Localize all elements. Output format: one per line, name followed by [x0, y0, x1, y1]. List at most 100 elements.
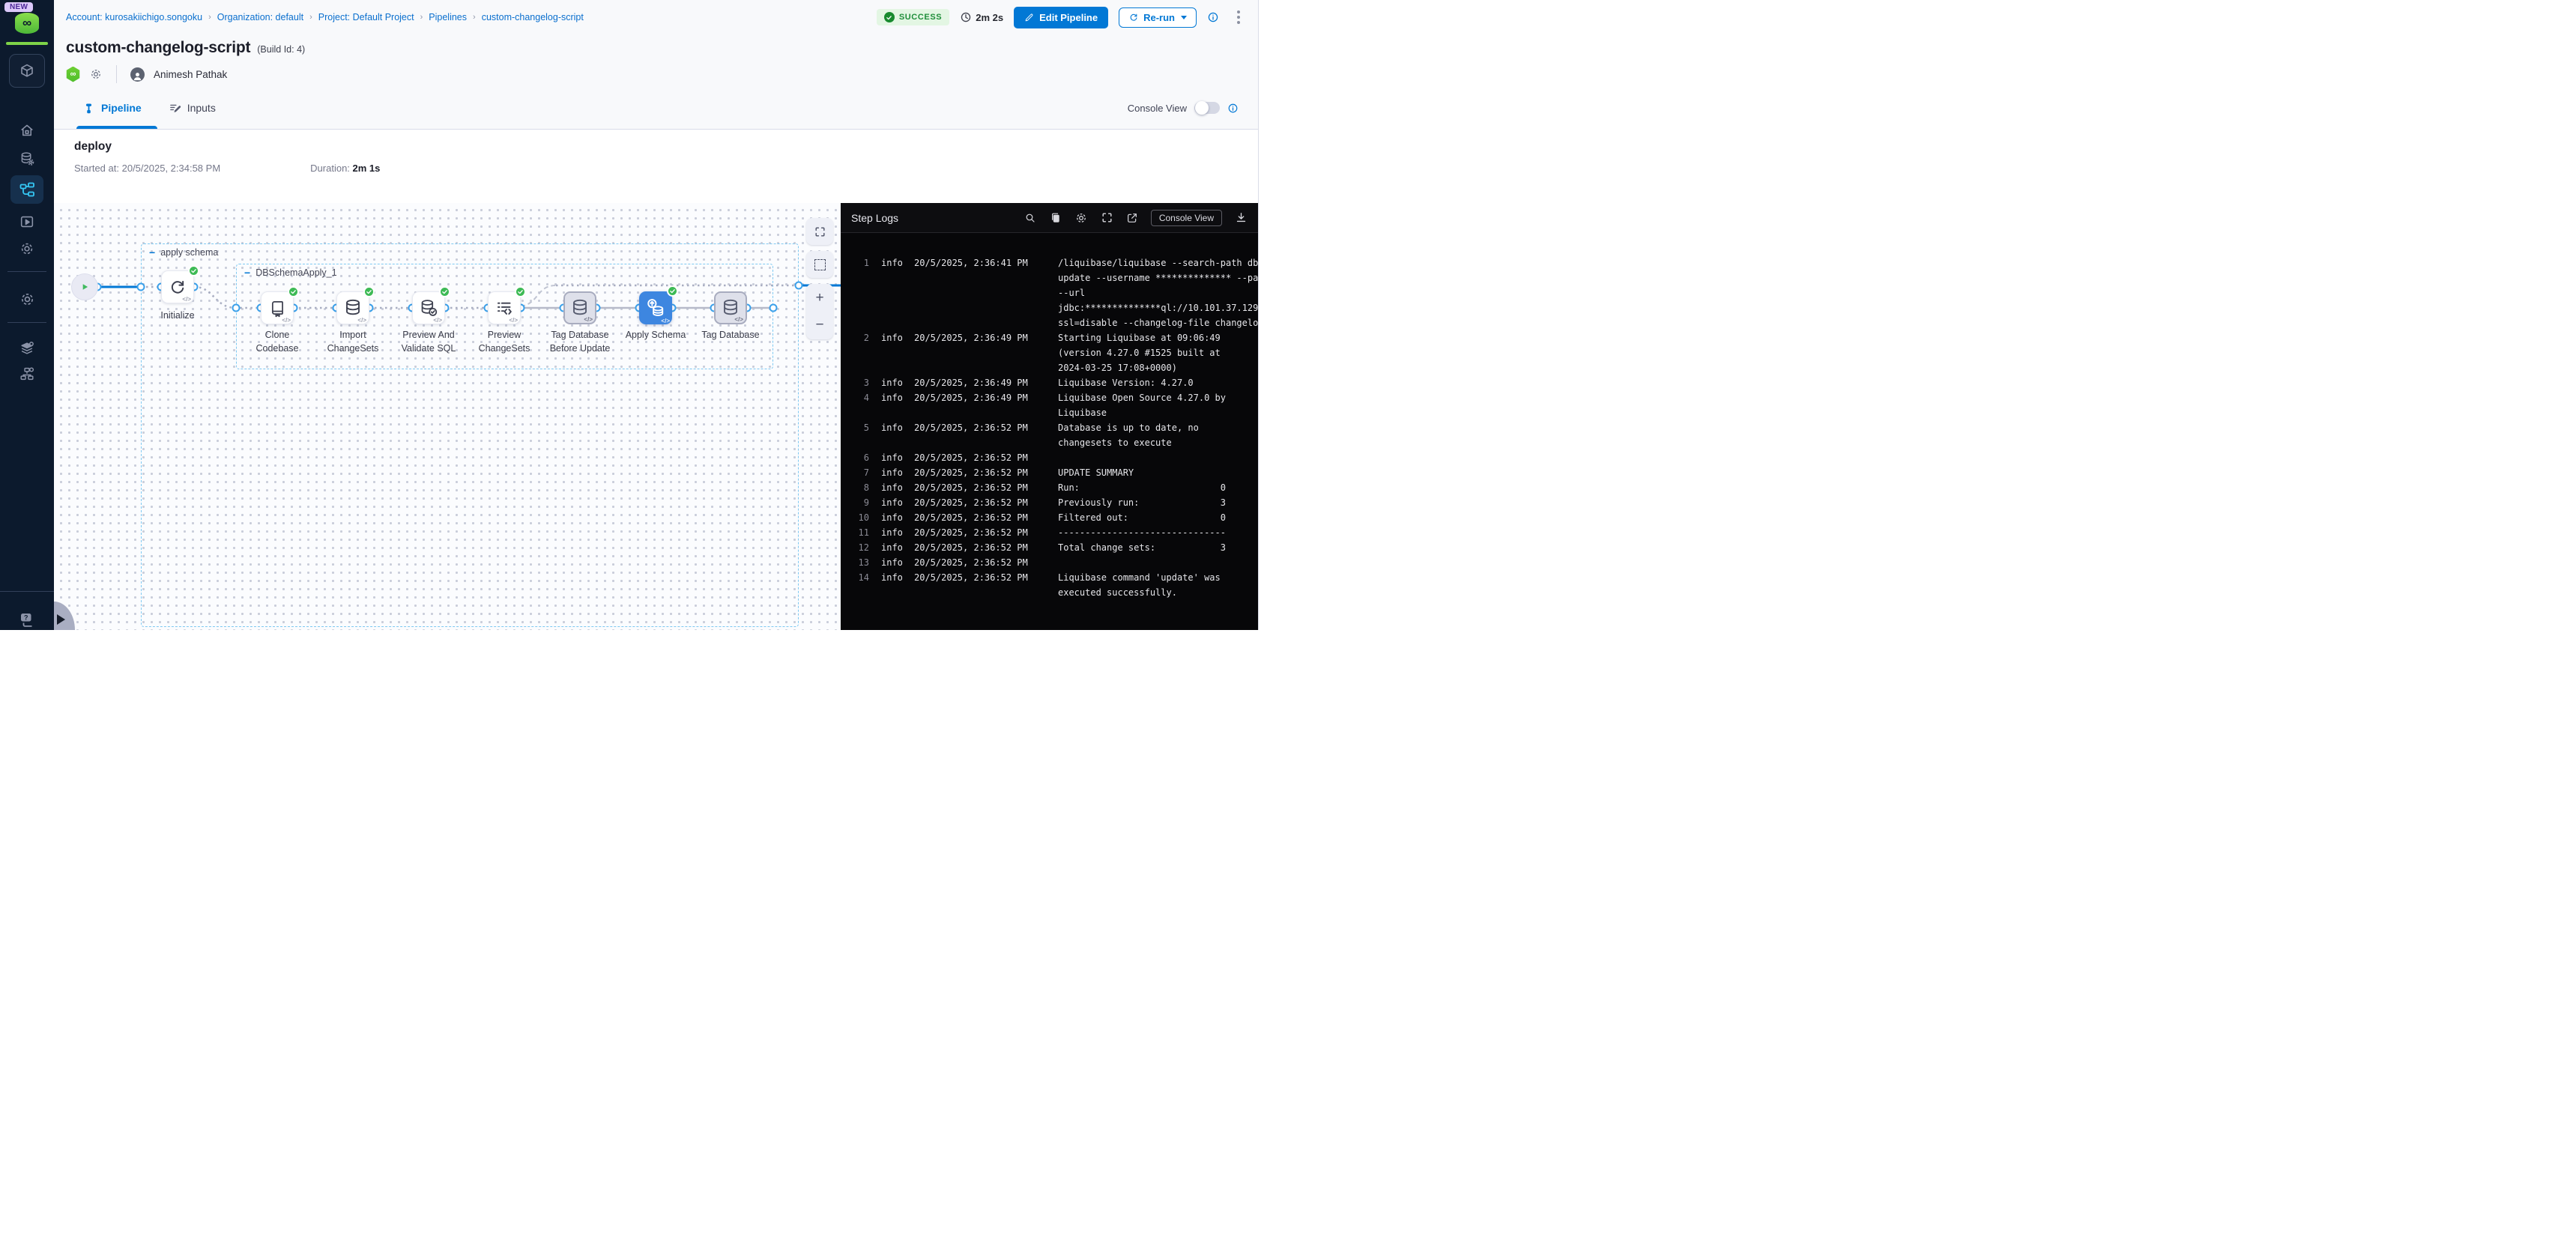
console-view-toggle[interactable] [1194, 102, 1220, 114]
log-output[interactable]: 1info20/5/2025, 2:36:41 PM/liquibase/liq… [841, 233, 1258, 600]
log-line: 2info20/5/2025, 2:36:49 PMStarting Liqui… [841, 330, 1258, 375]
log-line: 4info20/5/2025, 2:36:49 PMLiquibase Open… [841, 390, 1258, 420]
pipeline-icon [18, 181, 36, 199]
harness-dbops-logo[interactable]: ∞ [15, 13, 39, 34]
info-icon[interactable] [1227, 103, 1239, 114]
page: NEW ∞ [0, 0, 1288, 630]
info-icon[interactable] [1207, 11, 1219, 23]
step-label: Import ChangeSets [321, 329, 384, 355]
log-download-icon[interactable] [1235, 211, 1248, 224]
log-copy-icon[interactable] [1049, 211, 1062, 224]
pencil-icon [1024, 13, 1034, 22]
main-area: Account: kurosakiichigo.songoku › Organi… [54, 0, 1258, 630]
new-badge: NEW [4, 2, 33, 12]
chevron-down-icon [1181, 16, 1187, 19]
breadcrumb-organization[interactable]: Organization: default [217, 12, 303, 22]
sidebar-item-project-settings[interactable] [10, 288, 43, 310]
log-line: 11info20/5/2025, 2:36:52 PM-------------… [841, 525, 1258, 540]
tab-inputs[interactable]: Inputs [169, 102, 216, 115]
success-check-badge [288, 286, 299, 297]
breadcrumb-project[interactable]: Project: Default Project [318, 12, 414, 22]
canvas-zoom-controls: + − [806, 284, 833, 339]
success-check-badge [363, 286, 375, 297]
step-label: Clone Codebase [246, 329, 309, 355]
console-view-label: Console View [1128, 103, 1187, 114]
status-badge: SUCCESS [877, 9, 949, 25]
edit-pipeline-label: Edit Pipeline [1039, 12, 1098, 23]
repo-icon [267, 298, 287, 318]
breadcrumb-separator: › [202, 13, 217, 22]
sidebar-item-home[interactable] [10, 119, 43, 142]
log-console-view-button[interactable]: Console View [1151, 210, 1222, 226]
more-options-menu[interactable] [1233, 9, 1245, 25]
logo-underline [6, 42, 48, 45]
step-node-apply-schema[interactable]: </> [639, 291, 672, 324]
sidebar-item-executions[interactable] [10, 210, 43, 233]
stage-name: deploy [74, 140, 1246, 154]
code-icon: </> [182, 296, 191, 303]
log-open-external-icon[interactable] [1126, 212, 1138, 224]
expand-arrow-icon [57, 614, 65, 625]
sidebar-item-org-resources[interactable] [10, 337, 43, 360]
pipeline-canvas[interactable]: − apply schema − DBSchemaApply_1 [54, 203, 841, 630]
elapsed-value: 2m 2s [976, 12, 1003, 23]
step-node-initialize[interactable]: </> [161, 270, 194, 303]
top-bar-actions: SUCCESS 2m 2s Edit Pipeline Re-run [877, 7, 1245, 28]
log-search-icon[interactable] [1024, 212, 1036, 224]
right-gutter [1258, 0, 1288, 630]
pipeline-start-node[interactable] [71, 273, 98, 300]
left-nav-sidebar: NEW ∞ [0, 0, 54, 630]
sidebar-item-account-resources[interactable] [10, 363, 43, 385]
home-icon [19, 122, 35, 139]
step-label: Apply Schema [624, 329, 687, 342]
step-node-tag-database[interactable]: </> [714, 291, 747, 324]
log-fullscreen-icon[interactable] [1101, 211, 1113, 224]
log-line: 6info20/5/2025, 2:36:52 PM [841, 450, 1258, 465]
step-label: Preview ChangeSets [473, 329, 536, 355]
elapsed-time: 2m 2s [960, 11, 1003, 23]
step-node-tag-database-before-update[interactable]: </> [563, 291, 596, 324]
log-settings-gear-icon[interactable] [1074, 211, 1088, 225]
started-label: Started at: [74, 163, 119, 174]
step-logs-header: Step Logs Console View [841, 203, 1258, 233]
code-icon: </> [734, 316, 743, 323]
divider [116, 65, 117, 83]
duration-value: 2m 1s [353, 163, 381, 174]
ci-module-hexagon-icon: ∞ [66, 67, 80, 82]
step-label: Initialize [146, 309, 209, 323]
tabs-bar: Pipeline Inputs Console View [54, 87, 1258, 130]
console-view-controls: Console View [1128, 102, 1239, 114]
tab-pipeline[interactable]: Pipeline [82, 102, 142, 115]
sidebar-item-settings[interactable] [10, 237, 43, 260]
sidebar-item-pipelines-active[interactable] [10, 175, 43, 204]
duration-label: Duration: [310, 163, 350, 174]
success-check-badge [667, 285, 678, 297]
step-node-clone-codebase[interactable]: </> [261, 291, 294, 324]
step-node-preview-and-validate-sql[interactable]: </> [412, 291, 445, 324]
layers-gear-icon [19, 340, 35, 357]
pipeline-settings-gear-icon[interactable] [89, 67, 103, 81]
step-label: Tag Database Before Update [548, 329, 611, 355]
active-tab-underline [76, 126, 157, 129]
canvas-select-tool-button[interactable] [806, 251, 833, 278]
breadcrumb-account[interactable]: Account: kurosakiichigo.songoku [66, 12, 202, 22]
tab-pipeline-label: Pipeline [101, 102, 142, 114]
breadcrumb-current-pipeline[interactable]: custom-changelog-script [482, 12, 584, 22]
check-circle-icon [884, 12, 895, 22]
breadcrumb-pipelines[interactable]: Pipelines [429, 12, 467, 22]
sidebar-item-databases[interactable] [10, 148, 43, 170]
log-line: 10info20/5/2025, 2:36:52 PMFiltered out:… [841, 510, 1258, 525]
canvas-fullscreen-button[interactable] [806, 218, 833, 245]
step-node-import-changesets[interactable]: </> [336, 291, 369, 324]
log-line: 9info20/5/2025, 2:36:52 PMPreviously run… [841, 495, 1258, 510]
zoom-out-button[interactable]: − [806, 312, 833, 339]
rerun-button[interactable]: Re-run [1119, 7, 1197, 28]
edit-pipeline-button[interactable]: Edit Pipeline [1014, 7, 1108, 28]
log-line: 12info20/5/2025, 2:36:52 PMTotal change … [841, 540, 1258, 555]
step-node-preview-changesets[interactable]: </> [488, 291, 521, 324]
module-switcher-button[interactable] [9, 54, 45, 88]
code-icon: </> [357, 317, 366, 324]
zoom-in-button[interactable]: + [806, 285, 833, 312]
sidebar-item-help[interactable] [10, 608, 43, 631]
step-label: Tag Database [699, 329, 762, 342]
